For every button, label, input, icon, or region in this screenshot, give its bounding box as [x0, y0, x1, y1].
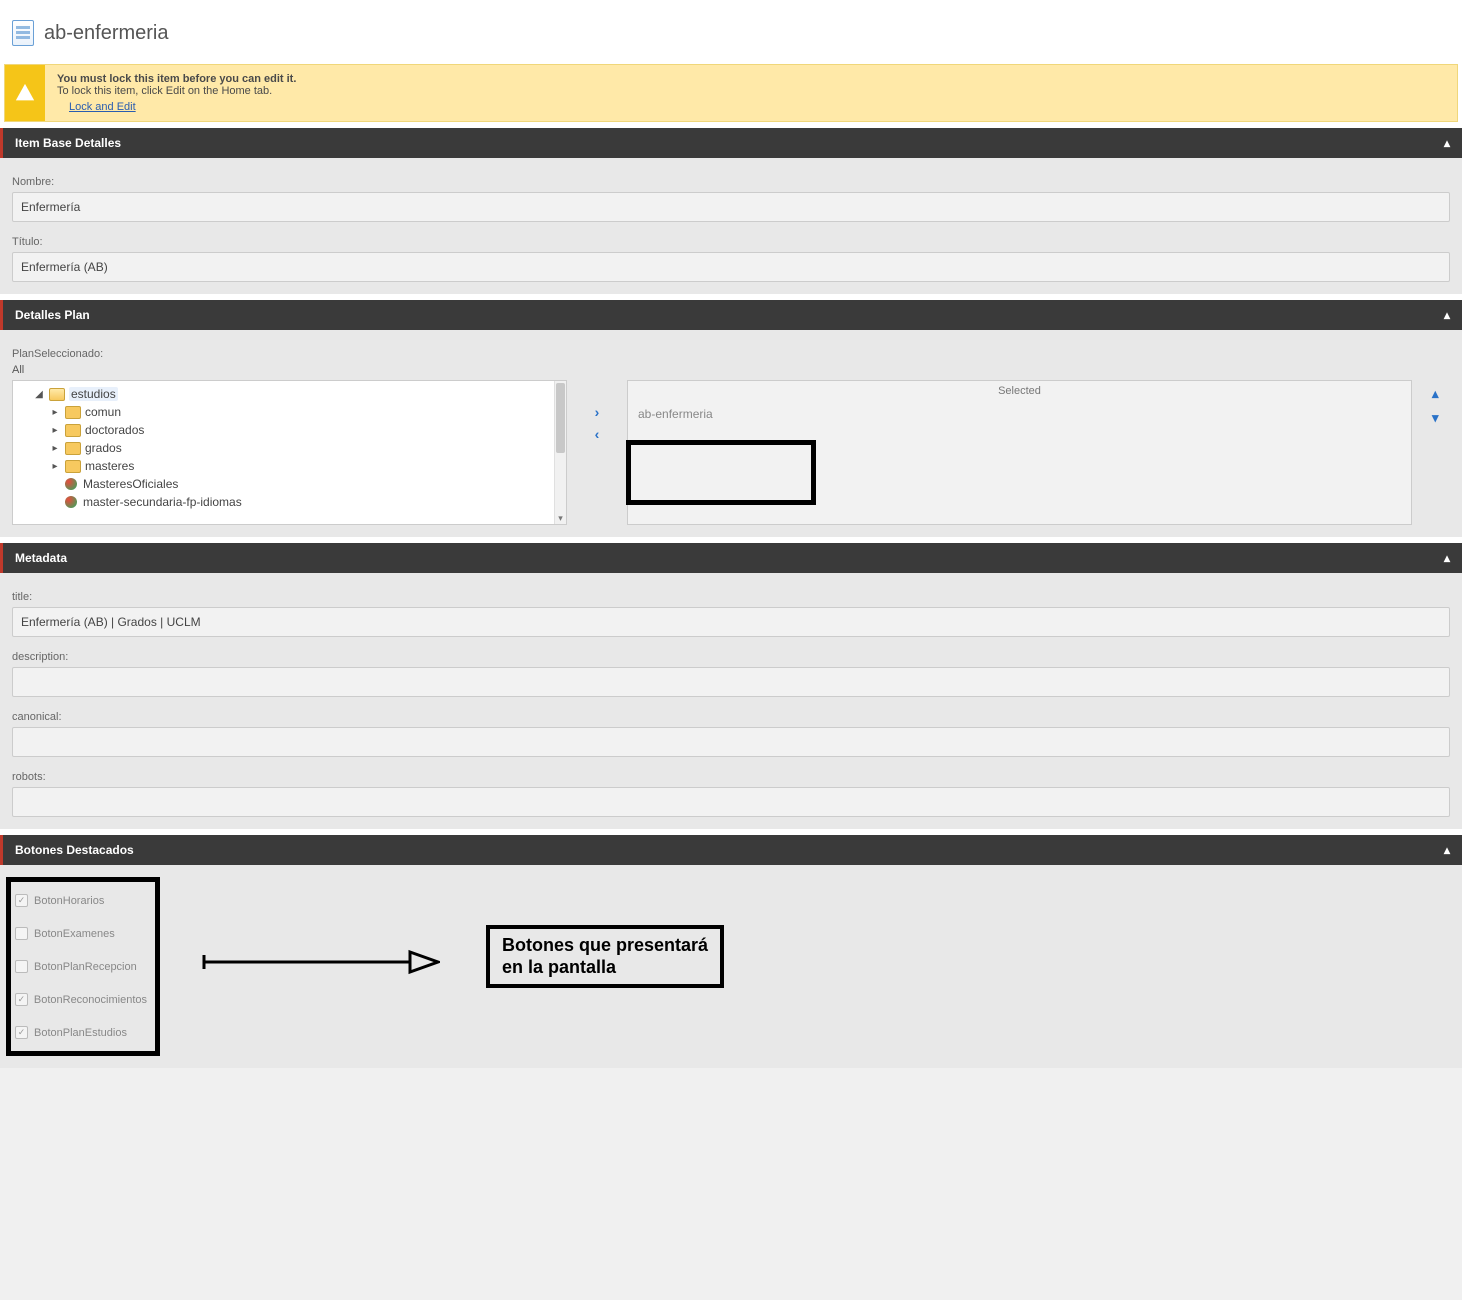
planseleccionado-label: PlanSeleccionado: [12, 348, 1450, 360]
annotation-botones-text: Botones que presentará en la pantalla [486, 925, 724, 988]
expand-icon[interactable]: ▸ [49, 425, 61, 436]
meta-canonical-label: canonical: [12, 711, 1450, 723]
expand-icon[interactable]: ▸ [49, 407, 61, 418]
checkbox[interactable] [15, 1026, 28, 1039]
meta-description-input[interactable] [12, 667, 1450, 697]
selected-panel[interactable]: Selected ab-enfermeria [627, 380, 1412, 525]
nombre-label: Nombre: [12, 176, 1450, 188]
checkbox[interactable] [15, 993, 28, 1006]
tree-node-masteresoficiales[interactable]: ▸ MasteresOficiales [19, 475, 560, 493]
warning-icon [5, 65, 45, 121]
section-header-botones-label: Botones Destacados [15, 843, 134, 857]
annotation-highlight-botones: BotonHorarios BotonExamenes BotonPlanRec… [6, 877, 160, 1056]
tree-node-masteres[interactable]: ▸ masteres [19, 457, 560, 475]
annotation-arrow-right [200, 947, 440, 980]
chevron-up-icon: ▴ [1444, 308, 1450, 322]
warning-text-line2: To lock this item, click Edit on the Hom… [57, 85, 272, 97]
folder-icon [65, 460, 81, 473]
tree-node-comun[interactable]: ▸ comun [19, 403, 560, 421]
tree-label[interactable]: master-secundaria-fp-idiomas [83, 495, 242, 509]
tree-node-estudios[interactable]: ◢ estudios [19, 385, 560, 403]
checkbox[interactable] [15, 960, 28, 973]
item-icon [65, 496, 77, 508]
section-header-plan-label: Detalles Plan [15, 308, 90, 322]
meta-robots-label: robots: [12, 771, 1450, 783]
expand-icon[interactable]: ▸ [49, 443, 61, 454]
folder-icon [65, 406, 81, 419]
section-header-metadata-label: Metadata [15, 551, 67, 565]
tree-label[interactable]: comun [85, 405, 121, 419]
all-label: All [12, 364, 1450, 376]
tree-label[interactable]: MasteresOficiales [83, 477, 178, 491]
boton-label: BotonPlanEstudios [34, 1027, 127, 1039]
tree-label[interactable]: doctorados [85, 423, 144, 437]
scroll-down-icon[interactable]: ▾ [555, 512, 566, 524]
tree-node-doctorados[interactable]: ▸ doctorados [19, 421, 560, 439]
boton-row-planestudios[interactable]: BotonPlanEstudios [15, 1016, 147, 1049]
collapse-icon[interactable]: ◢ [33, 389, 45, 400]
page-title: ab-enfermeria [44, 22, 169, 45]
tree-label[interactable]: estudios [69, 387, 118, 401]
lock-warning-banner: You must lock this item before you can e… [4, 64, 1458, 122]
page-title-row: ab-enfermeria [0, 0, 1462, 64]
selected-item[interactable]: ab-enfermeria [628, 403, 1411, 425]
meta-title-input[interactable] [12, 607, 1450, 637]
boton-row-examenes[interactable]: BotonExamenes [15, 917, 147, 950]
folder-icon [65, 424, 81, 437]
move-down-button[interactable]: ▾ [1432, 410, 1450, 426]
selected-header: Selected [628, 381, 1411, 403]
item-icon [65, 478, 77, 490]
titulo-input[interactable] [12, 252, 1450, 282]
warning-text-bold: You must lock this item before you can e… [57, 73, 296, 85]
boton-row-reconocimientos[interactable]: BotonReconocimientos [15, 983, 147, 1016]
document-icon [12, 20, 34, 46]
meta-robots-input[interactable] [12, 787, 1450, 817]
tree-label[interactable]: grados [85, 441, 122, 455]
titulo-label: Título: [12, 236, 1450, 248]
meta-title-label: title: [12, 591, 1450, 603]
tree-label[interactable]: masteres [85, 459, 134, 473]
boton-label: BotonExamenes [34, 928, 115, 940]
meta-canonical-input[interactable] [12, 727, 1450, 757]
tree-node-grados[interactable]: ▸ grados [19, 439, 560, 457]
chevron-up-icon: ▴ [1444, 843, 1450, 857]
nombre-input[interactable] [12, 192, 1450, 222]
section-header-botones[interactable]: Botones Destacados ▴ [0, 835, 1462, 865]
chevron-up-icon: ▴ [1444, 551, 1450, 565]
chevron-up-icon: ▴ [1444, 136, 1450, 150]
scrollbar[interactable]: ▾ [554, 381, 566, 524]
expand-icon[interactable]: ▸ [49, 461, 61, 472]
checkbox[interactable] [15, 894, 28, 907]
section-header-base-label: Item Base Detalles [15, 136, 121, 150]
boton-label: BotonPlanRecepcion [34, 961, 137, 973]
boton-label: BotonHorarios [34, 895, 104, 907]
section-header-base[interactable]: Item Base Detalles ▴ [0, 128, 1462, 158]
boton-row-horarios[interactable]: BotonHorarios [15, 884, 147, 917]
tree-node-master-secundaria[interactable]: ▸ master-secundaria-fp-idiomas [19, 493, 560, 511]
lock-and-edit-link[interactable]: Lock and Edit [69, 101, 136, 113]
meta-description-label: description: [12, 651, 1450, 663]
tree-panel[interactable]: ◢ estudios ▸ comun ▸ doctorados [12, 380, 567, 525]
move-left-button[interactable]: ‹ [595, 426, 600, 442]
section-header-metadata[interactable]: Metadata ▴ [0, 543, 1462, 573]
folder-icon [65, 442, 81, 455]
section-header-plan[interactable]: Detalles Plan ▴ [0, 300, 1462, 330]
boton-row-planrecepcion[interactable]: BotonPlanRecepcion [15, 950, 147, 983]
folder-open-icon [49, 388, 65, 401]
boton-label: BotonReconocimientos [34, 994, 147, 1006]
move-right-button[interactable]: › [595, 404, 600, 420]
scrollbar-thumb[interactable] [556, 383, 565, 453]
checkbox[interactable] [15, 927, 28, 940]
move-up-button[interactable]: ▴ [1432, 386, 1450, 402]
